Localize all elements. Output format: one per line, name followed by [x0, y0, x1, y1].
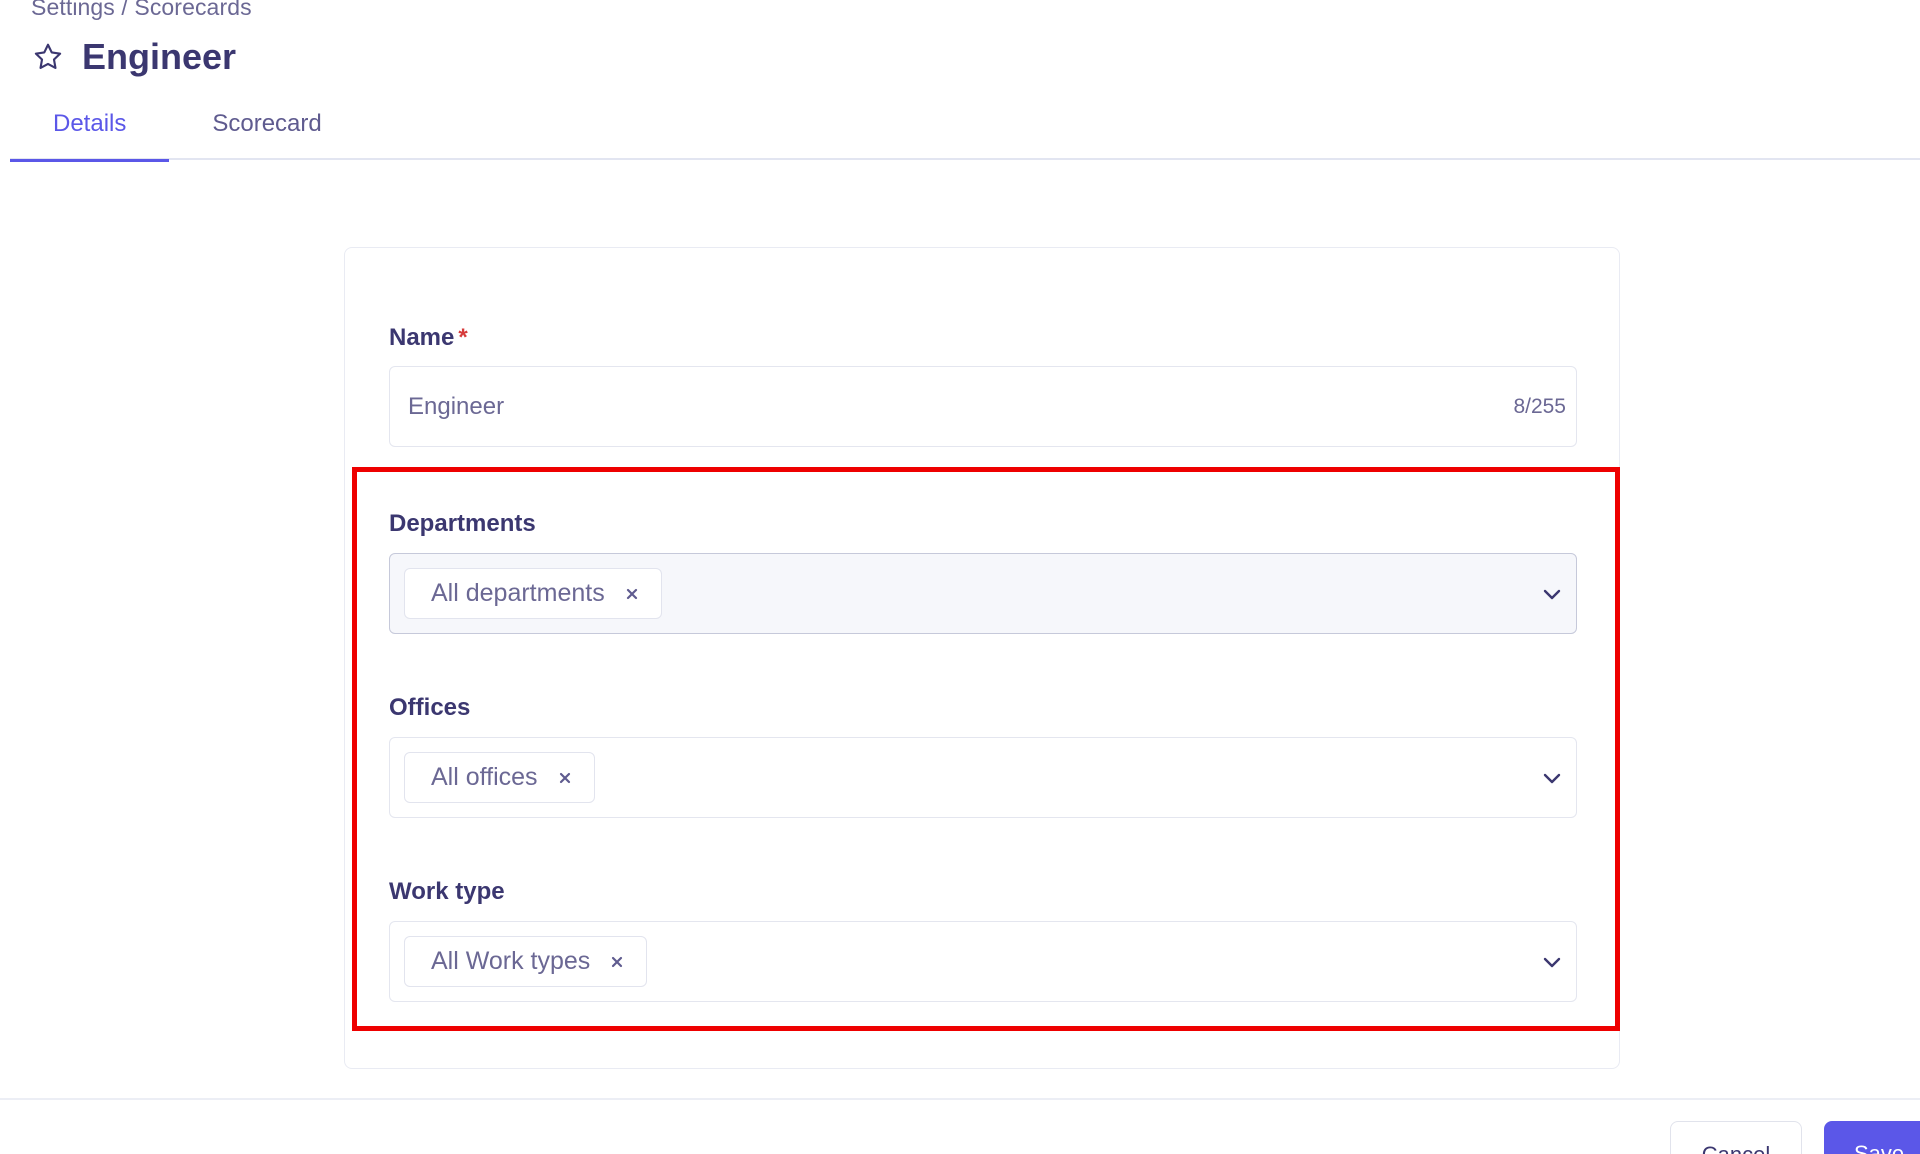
details-form-card: Name* 8/255 Departments All departments … [344, 247, 1620, 1069]
work-type-select[interactable]: All Work types [389, 921, 1577, 1002]
work-type-chip: All Work types [404, 936, 648, 987]
departments-select[interactable]: All departments [389, 553, 1577, 634]
cancel-button[interactable]: Cancel [1670, 1121, 1802, 1154]
required-marker: * [458, 324, 468, 351]
chip-label: All Work types [431, 947, 591, 975]
chevron-down-icon[interactable] [1542, 588, 1562, 600]
chip-label: All departments [431, 579, 605, 607]
name-field[interactable]: 8/255 [389, 366, 1577, 447]
name-label: Name * [389, 324, 468, 352]
offices-select[interactable]: All offices [389, 737, 1577, 818]
breadcrumb[interactable]: Settings / Scorecards [31, 0, 252, 21]
chevron-down-icon[interactable] [1542, 772, 1562, 784]
character-counter: 8/255 [1513, 394, 1566, 418]
tab-scorecard[interactable]: Scorecard [169, 102, 364, 160]
title-row: Engineer [32, 36, 236, 78]
name-label-text: Name [389, 324, 455, 351]
offices-label: Offices [389, 694, 471, 721]
tab-details[interactable]: Details [10, 102, 170, 162]
page-title: Engineer [82, 36, 237, 77]
name-input[interactable] [408, 392, 1514, 421]
star-icon[interactable] [32, 41, 64, 73]
scorecard-settings-page: Settings / Scorecards Engineer Details S… [0, 0, 1920, 1154]
tab-bar: Details Scorecard [10, 102, 1920, 162]
save-button[interactable]: Save [1824, 1121, 1920, 1154]
work-type-label: Work type [389, 878, 505, 905]
chevron-down-icon[interactable] [1542, 956, 1562, 968]
close-icon[interactable] [610, 955, 624, 969]
chip-label: All offices [431, 763, 538, 791]
offices-chip: All offices [404, 752, 595, 803]
departments-label: Departments [389, 510, 536, 537]
close-icon[interactable] [558, 771, 572, 785]
departments-chip: All departments [404, 568, 662, 619]
footer-divider [0, 1098, 1920, 1100]
close-icon[interactable] [625, 587, 639, 601]
